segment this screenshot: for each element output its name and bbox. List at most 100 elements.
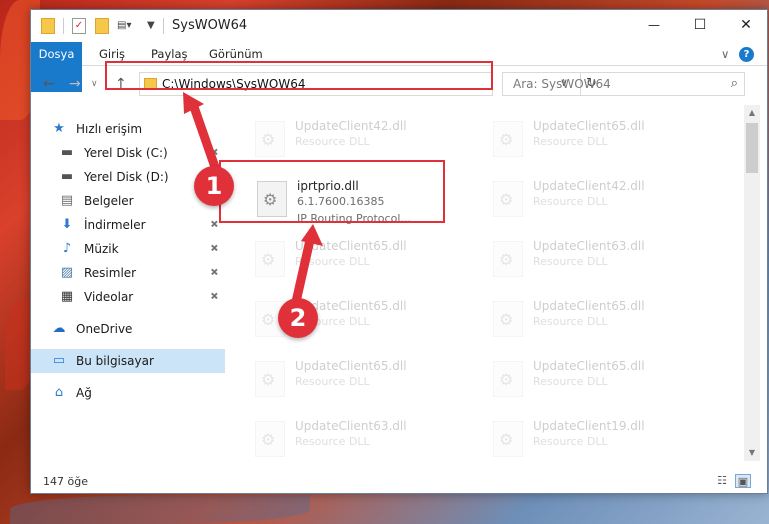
scroll-up-icon[interactable]: ▲ (744, 105, 760, 121)
title-separator (163, 18, 164, 34)
properties-icon[interactable]: ✓ (72, 18, 86, 34)
sidebar-item-resimler[interactable]: ▨ Resimler ✚ (31, 261, 225, 285)
file-description: Resource DLL (533, 375, 608, 388)
file-name: UpdateClient65.dll (533, 299, 645, 313)
video-icon: ▦ (60, 289, 74, 304)
sidebar-item-onedrive[interactable]: ☁ OneDrive (31, 317, 225, 341)
step-2-badge: 2 (278, 298, 318, 338)
cloud-icon: ☁ (52, 321, 66, 336)
scroll-down-icon[interactable]: ▼ (744, 445, 760, 461)
file-name: UpdateClient65.dll (295, 239, 407, 253)
file-description: Resource DLL (533, 195, 608, 208)
file-item[interactable]: UpdateClient65.dll Resource DLL (485, 115, 715, 165)
file-item[interactable]: UpdateClient65.dll Resource DLL (485, 295, 715, 345)
file-item[interactable]: UpdateClient42.dll Resource DLL (247, 115, 477, 165)
title-bar: ✓ ▤▾ ▼ SysWOW64 — ☐ ✕ (31, 10, 767, 42)
status-bar: 147 öğe ☷ ▣ (31, 470, 767, 494)
dll-file-icon (493, 361, 523, 397)
search-placeholder: Ara: SysWOW64 (513, 77, 611, 91)
sidebar-item-label: Ağ (76, 386, 92, 400)
file-description: Resource DLL (533, 315, 608, 328)
file-description: Resource DLL (533, 135, 608, 148)
sidebar-item-müzik[interactable]: ♪ Müzik ✚ (31, 237, 225, 261)
window-title: SysWOW64 (172, 18, 248, 33)
file-description: Resource DLL (295, 435, 370, 448)
dll-file-icon (493, 181, 523, 217)
scrollbar[interactable]: ▲ ▼ (744, 105, 760, 461)
sidebar-item-hızlı-erişim[interactable]: ★ Hızlı erişim (31, 117, 225, 141)
ribbon-collapse-icon[interactable]: ∨ (709, 42, 741, 66)
file-item[interactable]: UpdateClient63.dll Resource DLL (247, 415, 477, 461)
background-leaf (10, 495, 310, 524)
dll-file-icon (493, 421, 523, 457)
sidebar-item-label: Resimler (84, 266, 137, 280)
network-icon: ⌂ (54, 385, 64, 400)
search-input[interactable]: Ara: SysWOW64 ⌕ (502, 72, 745, 96)
dll-file-icon (255, 361, 285, 397)
address-highlight (105, 61, 493, 90)
file-description: Resource DLL (295, 375, 370, 388)
help-icon[interactable]: ? (739, 47, 754, 62)
file-description: Resource DLL (533, 255, 608, 268)
step-1-badge: 1 (194, 166, 234, 206)
sidebar-item-yerel-disk-c-[interactable]: ▬ Yerel Disk (C:) ✚ (31, 141, 225, 165)
file-name: UpdateClient65.dll (533, 359, 645, 373)
close-button[interactable]: ✕ (723, 10, 769, 40)
file-item[interactable]: UpdateClient19.dll Resource DLL (485, 415, 715, 461)
file-description: Resource DLL (295, 255, 370, 268)
download-icon: ⬇ (61, 217, 73, 232)
dll-file-icon (493, 241, 523, 277)
sidebar-item-videolar[interactable]: ▦ Videolar ✚ (31, 285, 225, 309)
large-icons-view-icon[interactable]: ▣ (735, 474, 751, 488)
music-icon: ♪ (62, 241, 72, 256)
file-list: UpdateClient42.dllResource DLLUpdateClie… (227, 103, 743, 461)
document-icon: ▤ (60, 193, 74, 208)
sidebar-item-label: Belgeler (84, 194, 134, 208)
maximize-button[interactable]: ☐ (677, 10, 723, 40)
sidebar-item-label: Bu bilgisayar (76, 354, 154, 368)
customize-toolbar-icon[interactable]: ▤▾ (117, 18, 143, 34)
scroll-thumb[interactable] (746, 123, 758, 173)
details-view-icon[interactable]: ☷ (714, 474, 730, 488)
file-name: UpdateClient19.dll (533, 419, 645, 433)
search-icon[interactable]: ⌕ (731, 76, 738, 91)
sidebar-item-label: Müzik (84, 242, 119, 256)
file-highlight (219, 160, 445, 223)
forward-arrow-icon[interactable]: → (69, 76, 81, 92)
file-item[interactable]: UpdateClient65.dll Resource DLL (247, 355, 477, 405)
file-item[interactable]: UpdateClient63.dll Resource DLL (485, 235, 715, 285)
computer-icon: ▭ (52, 353, 66, 368)
dll-file-icon (493, 301, 523, 337)
star-icon: ★ (53, 121, 65, 136)
file-name: UpdateClient63.dll (295, 419, 407, 433)
dll-file-icon (493, 121, 523, 157)
back-arrow-icon[interactable]: ← (43, 76, 55, 92)
file-name: UpdateClient42.dll (295, 119, 407, 133)
file-name: UpdateClient65.dll (295, 359, 407, 373)
drive-icon: ▬ (60, 169, 74, 184)
file-name: UpdateClient42.dll (533, 179, 645, 193)
sidebar-item-label: OneDrive (76, 322, 133, 336)
file-item[interactable]: UpdateClient42.dll Resource DLL (485, 175, 715, 225)
file-item[interactable]: UpdateClient65.dll Resource DLL (485, 355, 715, 405)
file-description: Resource DLL (533, 435, 608, 448)
sidebar-item-bu-bilgisayar[interactable]: ▭ Bu bilgisayar (31, 349, 225, 373)
sidebar-item-i-ndirmeler[interactable]: ⬇ İndirmeler ✚ (31, 213, 225, 237)
recent-dropdown-icon[interactable]: ∨ (91, 79, 98, 89)
sidebar-item-ağ[interactable]: ⌂ Ağ (31, 381, 225, 405)
sidebar-item-label: Hızlı erişim (76, 122, 143, 136)
sidebar-item-label: İndirmeler (84, 218, 146, 232)
sidebar-item-label: Videolar (84, 290, 134, 304)
folder-icon[interactable] (41, 18, 55, 34)
new-folder-icon[interactable] (95, 18, 109, 34)
drive-icon: ▬ (60, 145, 74, 160)
sidebar-item-label: Yerel Disk (D:) (84, 170, 169, 184)
toolbar-dropdown-icon[interactable]: ▼ (147, 18, 157, 34)
minimize-button[interactable]: — (631, 10, 677, 40)
file-name: UpdateClient63.dll (533, 239, 645, 253)
qa-separator (63, 18, 64, 34)
file-description: Resource DLL (295, 135, 370, 148)
file-item[interactable]: UpdateClient65.dll Resource DLL (247, 235, 477, 285)
item-count: 147 öğe (43, 475, 88, 488)
dll-file-icon (255, 121, 285, 157)
